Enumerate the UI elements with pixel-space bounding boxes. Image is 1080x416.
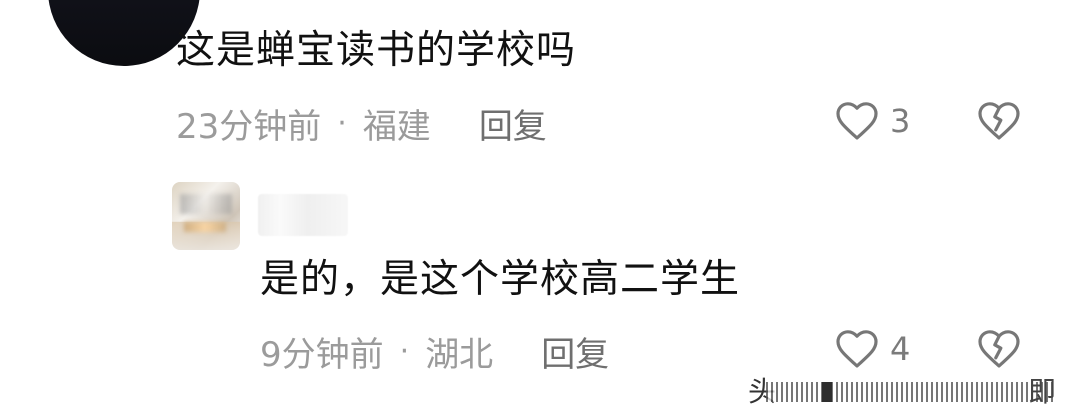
comment-text: 这是蝉宝读书的学校吗	[176, 28, 577, 73]
reply-like-button[interactable]: 4	[834, 326, 910, 372]
reply-reply-button[interactable]: 回复	[541, 327, 609, 376]
reply-meta: 9分钟前 · 湖北 回复	[260, 324, 609, 378]
comment-reply-button[interactable]: 回复	[479, 99, 547, 148]
watermark-tail-text: 即	[1027, 375, 1056, 408]
comment-time: 23分钟前	[176, 106, 322, 147]
reply-location: 湖北	[425, 334, 494, 375]
comment-dislike-button[interactable]	[976, 98, 1022, 144]
watermark-barcode	[766, 382, 1054, 402]
reply-dislike-button[interactable]	[976, 326, 1022, 372]
heart-outline-icon	[836, 102, 878, 140]
heart-outline-icon	[836, 330, 878, 368]
watermark: 头 即	[748, 378, 1056, 406]
comment-location: 福建	[362, 106, 431, 147]
reply-separator: ·	[399, 333, 410, 369]
watermark-lead-text: 头	[748, 375, 777, 408]
reply-username-placeholder	[258, 194, 348, 236]
comment-like-count: 3	[890, 102, 911, 140]
comment-like-button[interactable]: 3	[834, 98, 910, 144]
comment-separator: ·	[337, 105, 347, 141]
reply-text: 是的，是这个学校高二学生	[260, 257, 741, 302]
watermark-block	[822, 382, 832, 402]
comment-meta: 23分钟前 · 福建 回复	[176, 96, 547, 150]
reply-time: 9分钟前	[260, 334, 384, 375]
broken-heart-icon	[978, 102, 1020, 140]
reply-like-count: 4	[890, 330, 911, 368]
broken-heart-icon	[978, 330, 1020, 368]
reply-avatar[interactable]	[172, 182, 240, 250]
